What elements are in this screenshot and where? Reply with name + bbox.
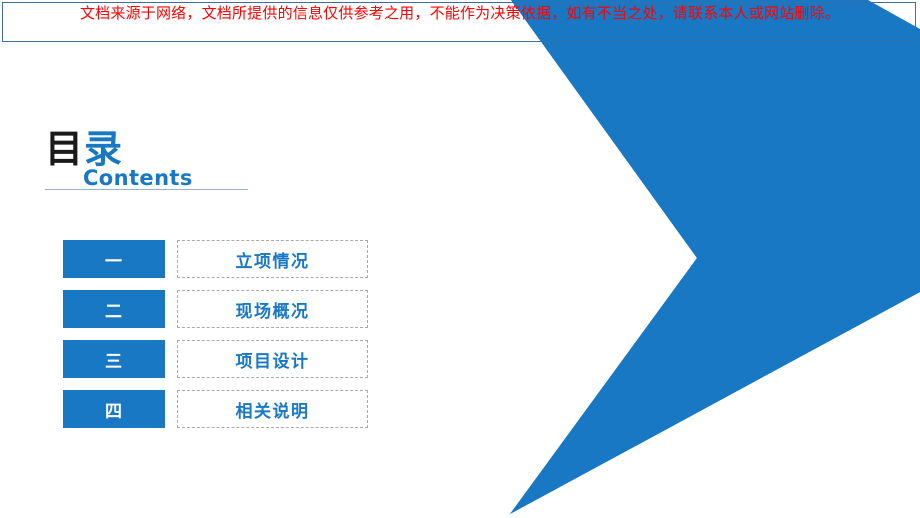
title-divider xyxy=(45,189,248,190)
contents-list: 一 立项情况 二 现场概况 三 项目设计 四 相关说明 xyxy=(63,240,368,440)
page-title-cn-second: 录 xyxy=(84,127,124,171)
page-title-en: Contents xyxy=(83,166,193,190)
page-title: 目录 Contents xyxy=(45,128,248,190)
list-item[interactable]: 三 项目设计 xyxy=(63,340,368,378)
toc-number-badge: 四 xyxy=(63,390,165,428)
toc-item-label[interactable]: 项目设计 xyxy=(177,340,368,378)
list-item[interactable]: 二 现场概况 xyxy=(63,290,368,328)
page-title-cn-first: 目 xyxy=(45,127,85,171)
list-item[interactable]: 一 立项情况 xyxy=(63,240,368,278)
toc-item-label[interactable]: 现场概况 xyxy=(177,290,368,328)
toc-item-label[interactable]: 相关说明 xyxy=(177,390,368,428)
list-item[interactable]: 四 相关说明 xyxy=(63,390,368,428)
toc-number-badge: 三 xyxy=(63,340,165,378)
disclaimer-text: 文档来源于网络，文档所提供的信息仅供参考之用，不能作为决策依据，如有不当之处，请… xyxy=(79,4,840,22)
slide-canvas: 文档来源于网络，文档所提供的信息仅供参考之用，不能作为决策依据，如有不当之处，请… xyxy=(0,0,920,518)
toc-item-label[interactable]: 立项情况 xyxy=(177,240,368,278)
page-title-cn: 目录 xyxy=(45,128,123,170)
toc-number-badge: 一 xyxy=(63,240,165,278)
disclaimer-banner: 文档来源于网络，文档所提供的信息仅供参考之用，不能作为决策依据，如有不当之处，请… xyxy=(2,2,916,42)
toc-number-badge: 二 xyxy=(63,290,165,328)
